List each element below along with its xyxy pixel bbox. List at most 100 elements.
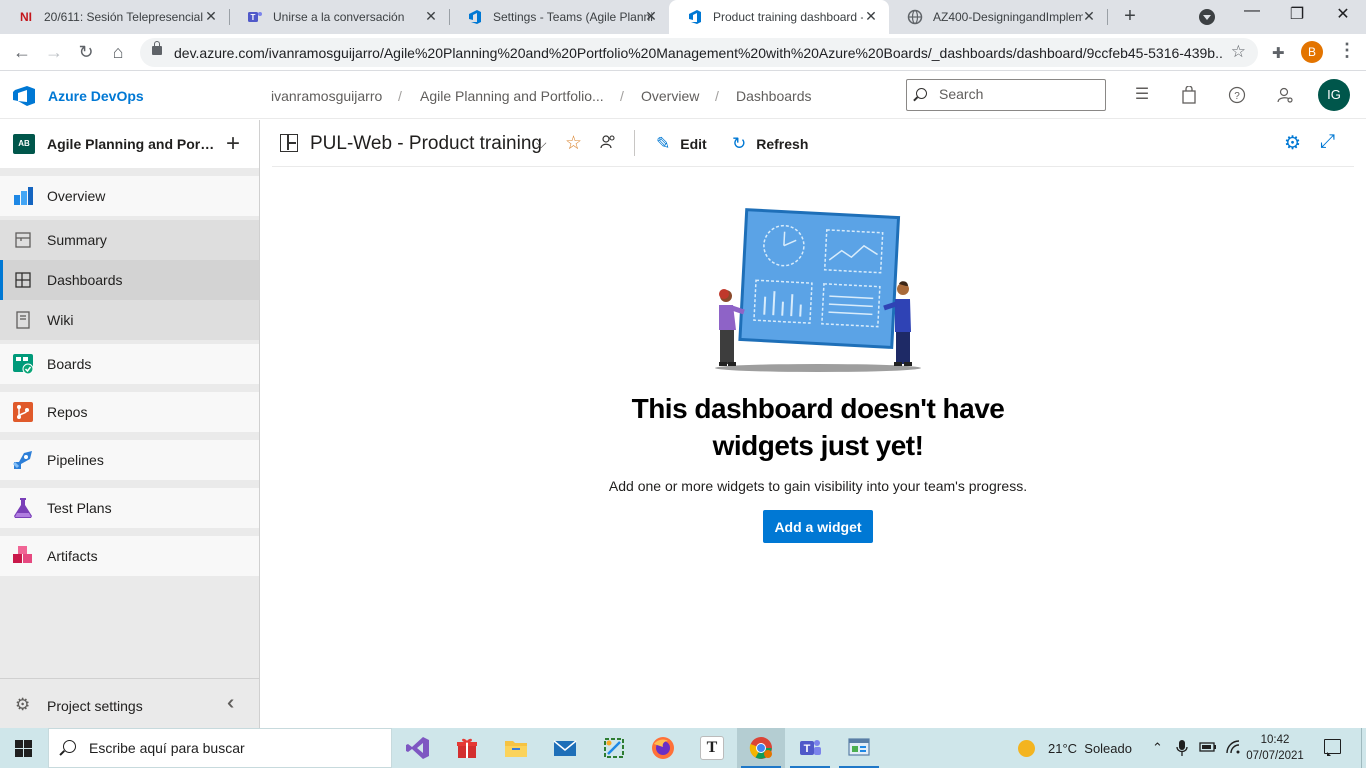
- close-icon[interactable]: ✕: [203, 8, 219, 25]
- taskbar-search-box[interactable]: [48, 728, 392, 768]
- profile-avatar[interactable]: B: [1301, 41, 1323, 63]
- browser-tab-3[interactable]: Settings - Teams (Agile Planni ✕: [449, 0, 669, 34]
- address-bar[interactable]: dev.azure.com/ivanramosguijarro/Agile%20…: [140, 38, 1258, 67]
- sidebar-item-overview[interactable]: Overview: [0, 176, 259, 216]
- new-tab-icon[interactable]: +: [1120, 5, 1140, 28]
- notifications-icon[interactable]: [1324, 739, 1341, 756]
- browser-tab-4-active[interactable]: Product training dashboard - ✕: [669, 0, 889, 34]
- sidebar-item-wiki[interactable]: Wiki: [0, 300, 259, 340]
- search-box[interactable]: [906, 79, 1106, 111]
- gift-icon[interactable]: [443, 728, 491, 768]
- project-name[interactable]: Agile Planning and Portfolio Management …: [47, 136, 217, 152]
- breadcrumb-overview[interactable]: Overview: [641, 88, 699, 104]
- wifi-icon[interactable]: [1225, 740, 1241, 757]
- user-settings-icon[interactable]: [1276, 86, 1294, 104]
- bookmark-star-icon[interactable]: ☆: [1231, 42, 1246, 62]
- dashboard-settings-gear-icon[interactable]: ⚙: [1284, 132, 1301, 155]
- forward-icon[interactable]: →: [44, 42, 64, 62]
- visual-studio-icon[interactable]: [394, 728, 442, 768]
- weather-sun-icon[interactable]: [1018, 740, 1035, 757]
- firefox-icon[interactable]: [639, 728, 687, 768]
- fullscreen-expand-icon[interactable]: ⤢: [1320, 131, 1335, 153]
- project-settings-row[interactable]: ⚙ Project settings ‹‹: [0, 678, 259, 728]
- team-profile-icon[interactable]: [600, 134, 616, 154]
- browser-tab-1[interactable]: NI 20/611: Sesión Telepresencial ✕: [0, 0, 229, 34]
- work-items-list-icon[interactable]: ☰: [1133, 86, 1151, 104]
- sidebar-item-label: Repos: [47, 404, 88, 420]
- back-icon[interactable]: ←: [12, 42, 32, 62]
- add-icon[interactable]: +: [226, 130, 240, 158]
- teams-icon[interactable]: T: [786, 728, 834, 768]
- minimize-icon[interactable]: —: [1242, 2, 1262, 20]
- edit-label: Edit: [680, 136, 707, 152]
- marketplace-bag-icon[interactable]: [1180, 85, 1198, 104]
- refresh-icon: ↻: [732, 134, 747, 153]
- sidebar-item-summary[interactable]: Summary: [0, 220, 259, 260]
- lock-icon[interactable]: [152, 41, 162, 55]
- windows-start-icon[interactable]: [15, 740, 32, 757]
- windows-taskbar: T T 21°C Soleado ⌃ 10:42 07/07/2021: [0, 728, 1366, 768]
- close-icon[interactable]: ✕: [863, 8, 879, 25]
- mail-icon[interactable]: [541, 728, 589, 768]
- close-icon[interactable]: ✕: [643, 8, 659, 25]
- product-name[interactable]: Azure DevOps: [48, 88, 144, 104]
- chrome-icon[interactable]: [737, 728, 785, 768]
- browser-menu-icon[interactable]: ⋮: [1338, 40, 1356, 61]
- control-panel-icon[interactable]: [835, 728, 883, 768]
- show-desktop-button[interactable]: [1361, 728, 1366, 768]
- add-widget-button[interactable]: Add a widget: [763, 510, 873, 543]
- typora-icon[interactable]: T: [688, 728, 736, 768]
- close-icon[interactable]: ✕: [423, 8, 439, 25]
- extensions-icon[interactable]: ✚: [1272, 44, 1285, 62]
- browser-tab-5[interactable]: AZ400-DesigningandImplem ✕: [889, 0, 1107, 34]
- empty-state-title: This dashboard doesn't have widgets just…: [631, 393, 1005, 461]
- help-icon[interactable]: ?: [1228, 86, 1246, 104]
- close-icon[interactable]: ✕: [1081, 8, 1097, 25]
- browser-tab-2[interactable]: T Unirse a la conversación ✕: [229, 0, 449, 34]
- url-text[interactable]: dev.azure.com/ivanramosguijarro/Agile%20…: [174, 45, 1224, 61]
- sidebar-item-dashboards[interactable]: Dashboards: [0, 260, 259, 300]
- favorite-star-icon[interactable]: ☆: [565, 132, 582, 155]
- taskbar-search-input[interactable]: [89, 740, 379, 756]
- restore-icon[interactable]: ❐: [1287, 4, 1307, 24]
- gear-icon: ⚙: [15, 695, 31, 714]
- search-input[interactable]: [939, 86, 1099, 102]
- battery-icon[interactable]: [1199, 740, 1217, 757]
- azure-devops-logo-icon[interactable]: [13, 86, 35, 106]
- breadcrumb-separator: /: [715, 88, 719, 104]
- chevron-up-icon[interactable]: ⌃: [1152, 740, 1163, 756]
- sidebar-item-pipelines[interactable]: Pipelines: [0, 440, 259, 480]
- reload-icon[interactable]: ↻: [76, 42, 96, 62]
- sidebar-item-test-plans[interactable]: Test Plans: [0, 488, 259, 528]
- collapse-nav-icon[interactable]: ‹‹: [227, 692, 236, 715]
- chevron-down-icon[interactable]: ⌵: [536, 135, 547, 152]
- tab-title: AZ400-DesigningandImplem: [933, 10, 1083, 24]
- breadcrumb-separator: /: [398, 88, 402, 104]
- microphone-icon[interactable]: [1176, 740, 1188, 759]
- svg-text:?: ?: [1234, 91, 1240, 102]
- breadcrumb-organization[interactable]: ivanramosguijarro: [271, 88, 382, 104]
- snip-tool-icon[interactable]: [590, 728, 638, 768]
- dashboard-toolbar: PUL-Web - Product training ⌵ ☆ ✎ Edit ↻ …: [272, 120, 1354, 167]
- file-explorer-icon[interactable]: [492, 728, 540, 768]
- project-header[interactable]: AB Agile Planning and Portfolio Manageme…: [0, 120, 259, 168]
- user-avatar[interactable]: IG: [1318, 79, 1350, 111]
- breadcrumb-dashboards[interactable]: Dashboards: [736, 88, 812, 104]
- summary-icon: [15, 232, 31, 248]
- empty-state-description: Add one or more widgets to gain visibili…: [608, 478, 1028, 494]
- edit-button[interactable]: ✎ Edit: [656, 134, 707, 154]
- refresh-button[interactable]: ↻ Refresh: [732, 134, 808, 154]
- sidebar-item-artifacts[interactable]: Artifacts: [0, 536, 259, 576]
- weather-text[interactable]: 21°C Soleado: [1048, 741, 1132, 756]
- sidebar-item-repos[interactable]: Repos: [0, 392, 259, 432]
- tab-search-icon[interactable]: [1199, 9, 1215, 25]
- tab-title: Settings - Teams (Agile Planni: [493, 10, 653, 24]
- browser-toolbar: ← → ↻ ⌂ dev.azure.com/ivanramosguijarro/…: [0, 34, 1366, 71]
- dashboard-title[interactable]: PUL-Web - Product training: [310, 133, 542, 155]
- window-close-icon[interactable]: ✕: [1333, 4, 1353, 24]
- sidebar-item-label: Pipelines: [47, 452, 104, 468]
- system-clock[interactable]: 10:42 07/07/2021: [1242, 732, 1308, 764]
- sidebar-item-boards[interactable]: Boards: [0, 344, 259, 384]
- breadcrumb-project[interactable]: Agile Planning and Portfolio...: [420, 88, 604, 104]
- home-icon[interactable]: ⌂: [108, 42, 128, 62]
